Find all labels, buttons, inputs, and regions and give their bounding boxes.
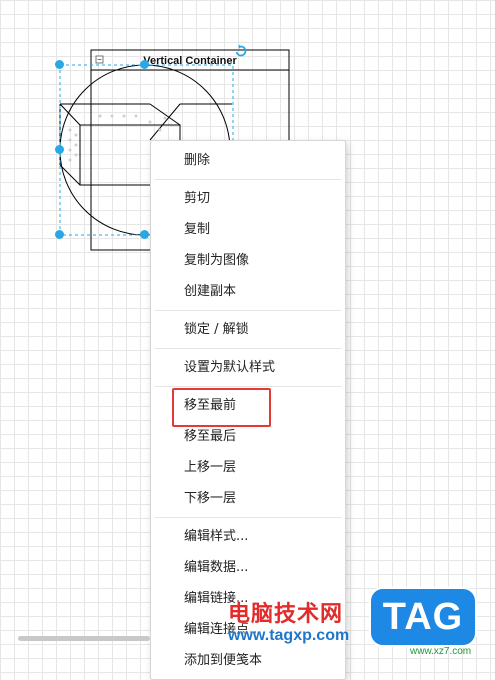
menu-item-add-to-scratchpad[interactable]: 添加到便笺本 (151, 645, 345, 676)
menu-item-cut[interactable]: 剪切 (151, 183, 345, 214)
menu-item-duplicate[interactable]: 创建副本 (151, 276, 345, 307)
watermark-badge-logo: TAG (371, 589, 475, 645)
menu-separator (155, 348, 341, 349)
menu-item-to-front[interactable]: 移至最前 (151, 390, 345, 421)
menu-separator (155, 386, 341, 387)
rotate-icon[interactable] (234, 44, 248, 58)
menu-item-to-back[interactable]: 移至最后 (151, 421, 345, 452)
menu-item-lock-unlock[interactable]: 锁定 / 解锁 (151, 314, 345, 345)
menu-item-set-default-style[interactable]: 设置为默认样式 (151, 352, 345, 383)
menu-item-send-backward[interactable]: 下移一层 (151, 483, 345, 514)
menu-item-bring-forward[interactable]: 上移一层 (151, 452, 345, 483)
resize-handle-n[interactable] (140, 60, 149, 69)
resize-handle-nw[interactable] (55, 60, 64, 69)
watermark-site-name: 电脑技术网 (228, 602, 344, 627)
watermark-url: www.tagxp.com (228, 627, 350, 644)
menu-item-edit-style[interactable]: 编辑样式... (151, 521, 345, 552)
menu-item-edit-data[interactable]: 编辑数据... (151, 552, 345, 583)
menu-separator (155, 517, 341, 518)
watermark-domain: www.xz7.com (410, 646, 472, 657)
menu-item-delete[interactable]: 删除 (151, 145, 345, 176)
menu-separator (155, 179, 341, 180)
container-title: Vertical Container (143, 55, 237, 67)
menu-item-copy[interactable]: 复制 (151, 214, 345, 245)
horizontal-scrollbar-thumb[interactable] (18, 636, 150, 641)
menu-item-copy-as-image[interactable]: 复制为图像 (151, 245, 345, 276)
resize-handle-w[interactable] (55, 145, 64, 154)
menu-separator (155, 310, 341, 311)
resize-handle-s[interactable] (140, 230, 149, 239)
resize-handle-sw[interactable] (55, 230, 64, 239)
